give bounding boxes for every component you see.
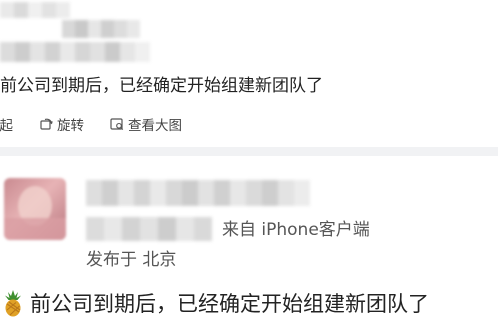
blurred-comment-time <box>86 217 212 241</box>
weibo-screenshot: 赛前公司到期后，已经确定开始组建新团队了 收起 旋转 <box>0 0 498 319</box>
rotate-icon <box>39 117 53 131</box>
comment-location: 发布于 北京 <box>86 250 177 270</box>
view-large-label: 查看大图 <box>128 118 182 134</box>
blurred-meta-line <box>0 42 150 62</box>
avatar[interactable] <box>4 178 66 240</box>
comment-source: 来自 iPhone客户端 <box>222 220 370 240</box>
pineapple-icon <box>0 289 26 317</box>
image-toolbar: 收起 旋转 查看大图 <box>0 112 208 136</box>
comment-text: 前公司到期后，已经确定开始组建新团队了 <box>0 287 429 319</box>
post-text-content: 赛前公司到期后，已经确定开始组建新团队了 <box>0 76 323 96</box>
view-large-button[interactable]: 查看大图 <box>110 114 182 134</box>
comment-text-content: 前公司到期后，已经确定开始组建新团队了 <box>30 292 429 316</box>
blurred-username <box>0 2 70 18</box>
image-search-icon <box>110 117 124 131</box>
rotate-label: 旋转 <box>57 118 84 134</box>
blurred-commenter-name <box>86 180 310 206</box>
post-text: 赛前公司到期后，已经确定开始组建新团队了 <box>0 72 323 100</box>
rotate-button[interactable]: 旋转 <box>39 114 84 134</box>
section-divider <box>0 147 498 156</box>
blurred-meta-top <box>62 20 140 38</box>
collapse-button[interactable]: 收起 <box>0 114 13 134</box>
collapse-label: 收起 <box>0 118 13 134</box>
